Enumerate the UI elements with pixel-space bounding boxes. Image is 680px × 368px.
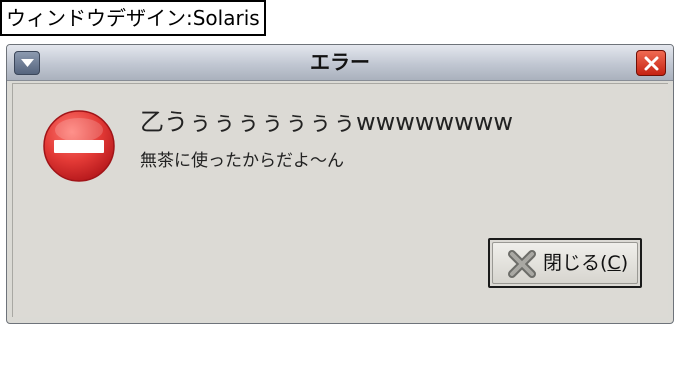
close-dialog-button-label: 閉じる(C) [543,252,629,274]
error-primary-text: 乙うぅぅぅぅぅぅぅwwwwwwww [140,108,514,136]
titlebar[interactable]: エラー [7,45,673,81]
window-design-caption: ウィンドウデザイン:Solaris [0,0,266,36]
close-dialog-button-face[interactable]: 閉じる(C) [492,242,638,284]
window-close-button[interactable] [636,50,666,76]
close-x-icon [508,250,536,278]
close-icon [644,56,659,71]
error-secondary-text: 無茶に使ったからだよ～ん [140,151,344,171]
window-title: エラー [310,50,370,74]
mnemonic-key: C [607,252,621,274]
close-dialog-button[interactable]: 閉じる(C) [488,238,642,288]
error-stop-icon [43,110,115,182]
error-dialog-window: エラー 乙うぅぅぅぅぅぅぅwwwwwwww 無茶に使ったからだよ～ん 閉じる(C… [6,44,674,324]
dialog-content: 乙うぅぅぅぅぅぅぅwwwwwwww 無茶に使ったからだよ～ん 閉じる(C) [12,83,668,317]
